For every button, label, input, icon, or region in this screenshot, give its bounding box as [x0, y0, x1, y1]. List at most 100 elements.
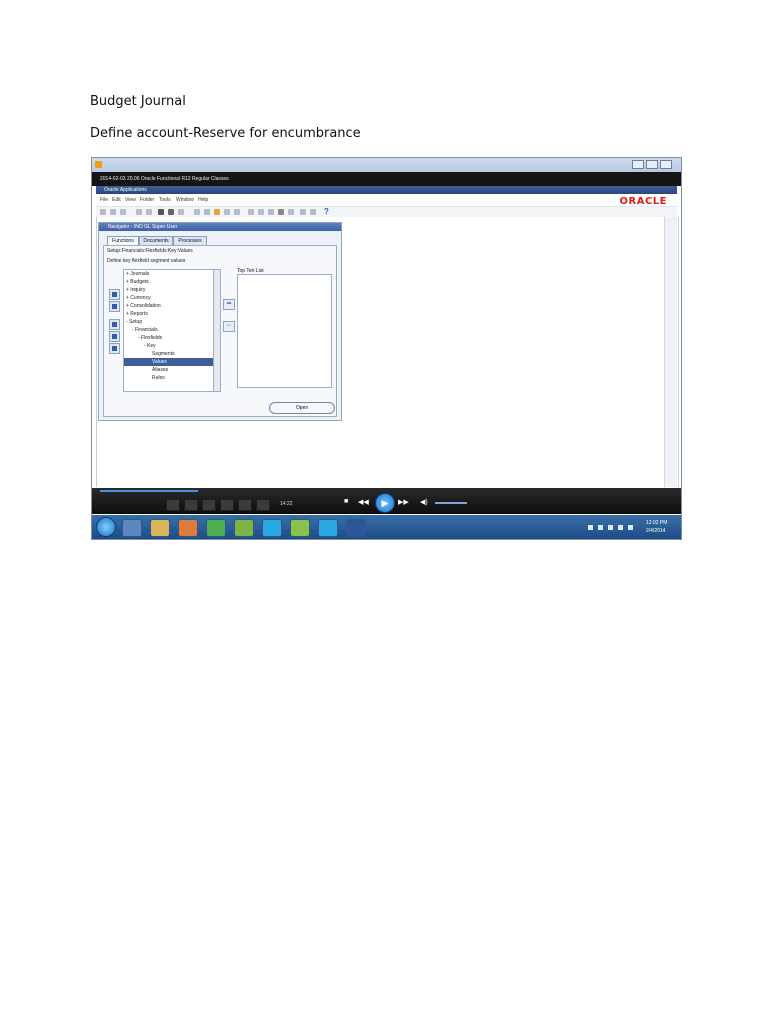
play-button[interactable]: ▶	[375, 493, 395, 513]
tray-arrow-icon[interactable]	[588, 525, 593, 530]
close-icon[interactable]	[660, 160, 672, 169]
menu-help[interactable]: Help	[198, 197, 208, 203]
tray-volume-icon[interactable]	[628, 525, 633, 530]
tray-monitor-icon[interactable]	[618, 525, 623, 530]
tree-item-journals[interactable]: + Journals	[124, 270, 214, 278]
minimize-icon[interactable]	[632, 160, 644, 169]
toolbar-binoculars-icon[interactable]	[158, 209, 164, 215]
taskbar-skype-2-icon[interactable]	[318, 519, 338, 537]
player-logo-icon	[95, 161, 102, 168]
taskbar-clock-time: 12:02 PM	[646, 520, 668, 526]
menu-view[interactable]: View	[125, 197, 136, 203]
collapse-all-icon[interactable]	[109, 343, 120, 354]
toolbar-zoom-icon-2[interactable]	[288, 209, 294, 215]
tree-item-consolidation[interactable]: + Consolidation	[124, 302, 214, 310]
menu-bar: File Edit View Folder Tools Window Help …	[96, 194, 677, 207]
taskbar-explorer-icon[interactable]	[150, 519, 170, 537]
tree-item-financials[interactable]: - Financials	[124, 326, 214, 334]
taskbar-word-icon[interactable]	[346, 519, 366, 537]
expand-icon[interactable]	[109, 289, 120, 300]
tree-item-currency[interactable]: + Currency	[124, 294, 214, 302]
player-control-4-icon[interactable]	[220, 499, 234, 511]
toolbar-back-icon[interactable]	[194, 209, 200, 215]
tray-network-icon[interactable]	[608, 525, 613, 530]
stop-icon[interactable]: ■	[344, 498, 348, 505]
tree-item-budgets[interactable]: + Budgets	[124, 278, 214, 286]
menu-edit[interactable]: Edit	[112, 197, 121, 203]
toolbar-folder-tools-icon[interactable]	[310, 209, 316, 215]
navigator-title: Navigator - INO GL Super User	[108, 224, 178, 230]
taskbar-media-icon[interactable]	[178, 519, 198, 537]
tree-item-key[interactable]: - Key	[124, 342, 214, 350]
taskbar-ie-icon[interactable]	[122, 519, 142, 537]
start-button-icon[interactable]	[96, 517, 116, 537]
tree-item-segments[interactable]: Segments	[124, 350, 214, 358]
expand-branch-icon[interactable]	[109, 319, 120, 330]
toolbar-attachment-icon[interactable]	[214, 209, 220, 215]
tree-item-flexfields[interactable]: - Flexfields	[124, 334, 214, 342]
navigator-description: Define key flexfield segment values	[107, 258, 186, 264]
menu-file[interactable]: File	[100, 197, 108, 203]
maximize-icon[interactable]	[646, 160, 658, 169]
toolbar-clear-icon[interactable]	[258, 209, 264, 215]
player-control-5-icon[interactable]	[238, 499, 252, 511]
video-title: 2014-02-03 20.06 Oracle Functional R12 R…	[100, 176, 229, 182]
toolbar-translations-icon[interactable]	[300, 209, 306, 215]
video-title-bar: 2014-02-03 20.06 Oracle Functional R12 R…	[92, 172, 681, 186]
menu-window[interactable]: Window	[176, 197, 194, 203]
taskbar-clock-date: 2/4/2014	[646, 528, 666, 534]
toolbar-print-icon[interactable]	[136, 209, 142, 215]
navigator-titlebar: Navigator - INO GL Super User	[99, 223, 341, 231]
collapse-icon[interactable]	[109, 301, 120, 312]
tree-item-aliases[interactable]: Aliases	[124, 366, 214, 374]
toolbar-close-form-icon[interactable]	[146, 209, 152, 215]
navigator-path: Setup:Financials:Flexfields:Key:Values	[107, 248, 193, 254]
tree-item-reports[interactable]: + Reports	[124, 310, 214, 318]
app-titlebar: Oracle Applications	[96, 186, 677, 194]
expand-all-icon[interactable]	[109, 331, 120, 342]
tree-item-inquiry[interactable]: + Inquiry	[124, 286, 214, 294]
tree-item-setup[interactable]: - Setup	[124, 318, 214, 326]
tree-item-values[interactable]: Values	[124, 358, 214, 366]
add-to-top-ten-button[interactable]: ➡	[223, 299, 235, 310]
toolbar-new-icon[interactable]	[100, 209, 106, 215]
taskbar-skype-icon[interactable]	[262, 519, 282, 537]
toolbar-refresh-icon[interactable]	[204, 209, 210, 215]
player-control-6-icon[interactable]	[256, 499, 270, 511]
toolbar-edit-field-icon[interactable]	[278, 209, 284, 215]
taskbar-chat-icon[interactable]	[290, 519, 310, 537]
toolbar-navigator-icon[interactable]	[168, 209, 174, 215]
video-progress-bar[interactable]	[100, 490, 198, 492]
toolbar-delete-icon[interactable]	[268, 209, 274, 215]
volume-icon[interactable]: ◀)	[420, 498, 428, 506]
player-control-2-icon[interactable]	[184, 499, 198, 511]
toolbar-cut-icon[interactable]	[224, 209, 230, 215]
top-ten-list[interactable]	[237, 274, 332, 388]
volume-slider[interactable]	[435, 502, 467, 504]
toolbar-zoom-icon[interactable]	[178, 209, 184, 215]
taskbar-chrome-icon[interactable]	[206, 519, 226, 537]
open-button[interactable]: Open	[269, 402, 335, 414]
toolbar-save-icon[interactable]	[120, 209, 126, 215]
document-heading-budget-journal: Budget Journal	[90, 94, 186, 109]
tree-scrollbar[interactable]	[213, 269, 221, 392]
tree-item-rules[interactable]: Rules	[124, 374, 214, 382]
menu-folder[interactable]: Folder	[140, 197, 154, 203]
toolbar-open-icon[interactable]	[110, 209, 116, 215]
workspace-vertical-scrollbar[interactable]	[664, 217, 677, 487]
fast-forward-icon[interactable]: ▶▶	[398, 498, 409, 506]
app-title: Oracle Applications	[104, 187, 147, 193]
navigator-window: Navigator - INO GL Super User Functions …	[98, 222, 342, 421]
player-control-1-icon[interactable]	[166, 499, 180, 511]
tray-flag-icon[interactable]	[598, 525, 603, 530]
help-icon[interactable]: ?	[324, 207, 329, 216]
taskbar-app-icon[interactable]	[234, 519, 254, 537]
toolbar-paste-icon[interactable]	[248, 209, 254, 215]
remove-from-top-ten-button[interactable]: ⇐	[223, 321, 235, 332]
menu-tools[interactable]: Tools	[159, 197, 171, 203]
embedded-screenshot: 2014-02-03 20.06 Oracle Functional R12 R…	[91, 157, 682, 540]
toolbar-copy-icon[interactable]	[234, 209, 240, 215]
rewind-icon[interactable]: ◀◀	[358, 498, 369, 506]
function-tree[interactable]: + Journals + Budgets + Inquiry + Currenc…	[123, 269, 215, 392]
player-control-3-icon[interactable]	[202, 499, 216, 511]
